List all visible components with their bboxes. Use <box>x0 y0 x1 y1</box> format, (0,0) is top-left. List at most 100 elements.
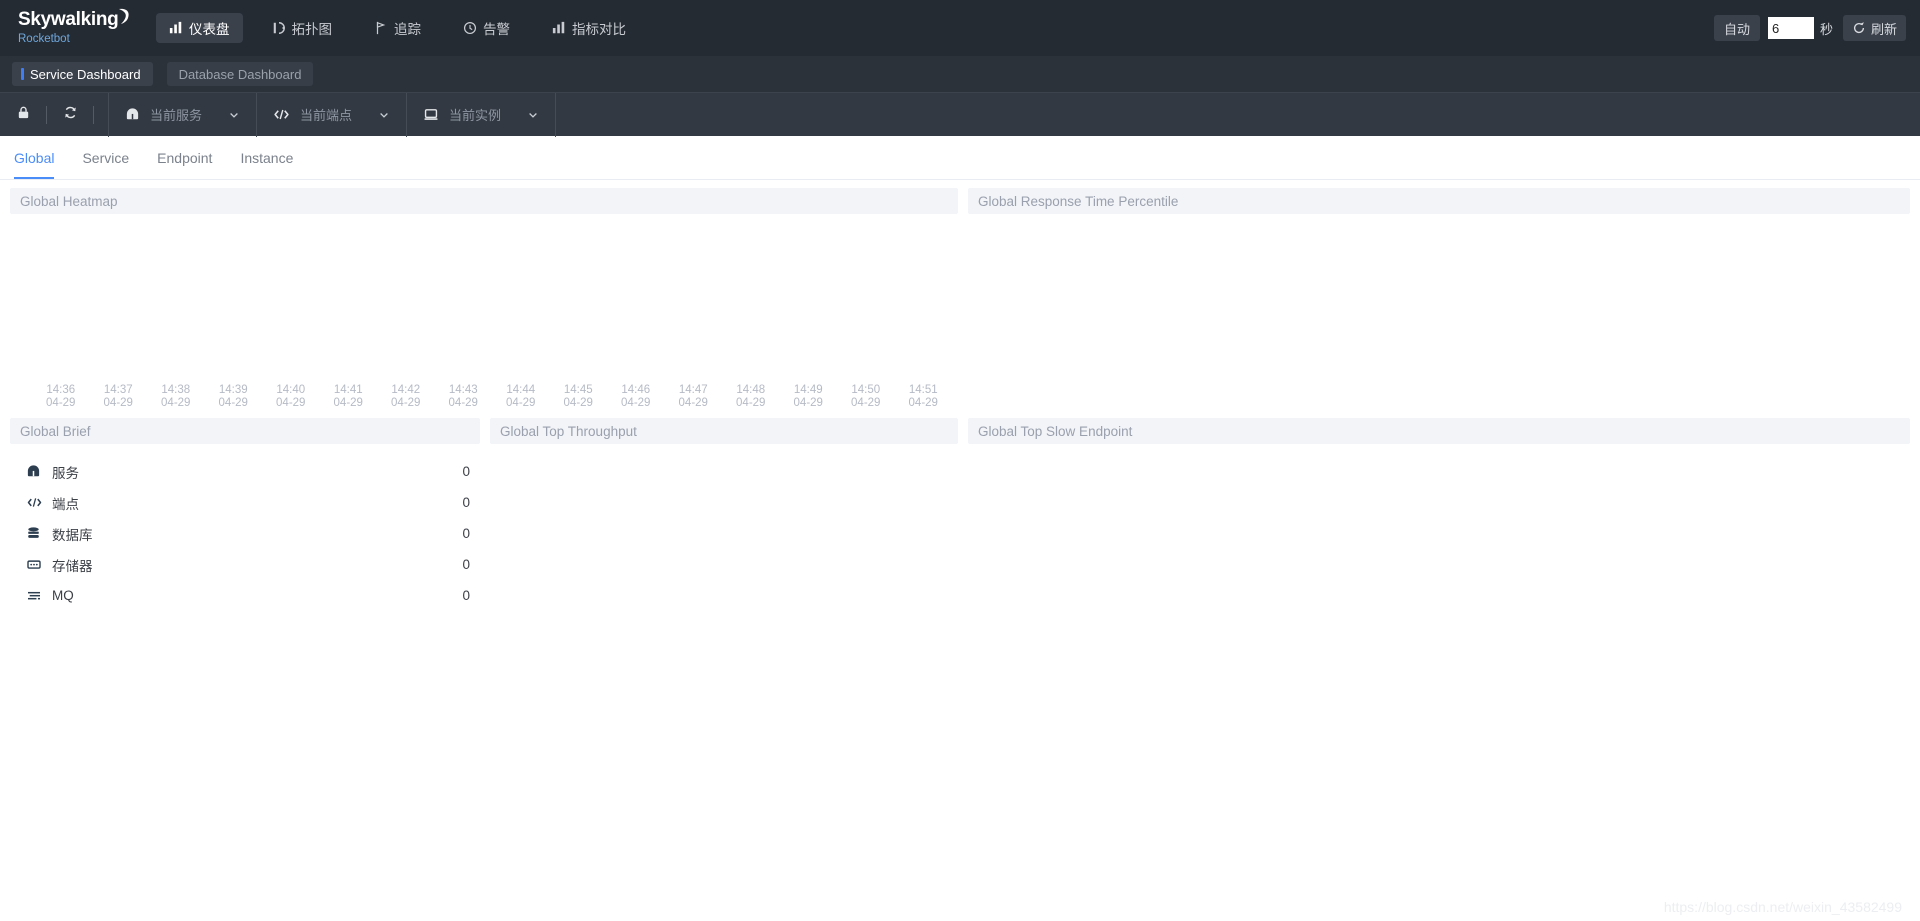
active-indicator-icon <box>21 68 24 80</box>
tab-service-dashboard[interactable]: Service Dashboard <box>12 62 153 86</box>
refresh-label: 刷新 <box>1870 21 1897 37</box>
axis-tick: 14:47 04-29 <box>678 384 708 409</box>
panel-title: Global Top Slow Endpoint <box>978 423 1133 439</box>
auto-refresh-interval-input[interactable] <box>1767 17 1814 39</box>
subtab-label: Instance <box>240 149 294 166</box>
axis-tick: 14:40 04-29 <box>276 384 306 409</box>
endpoint-icon <box>26 495 52 510</box>
panel-title: Global Top Throughput <box>500 423 637 439</box>
auto-refresh-button[interactable]: 自动 <box>1713 15 1760 41</box>
lock-button[interactable] <box>0 93 46 137</box>
refresh-icon <box>1852 21 1866 35</box>
panel-title: Global Brief <box>20 423 91 439</box>
trace-icon <box>374 21 388 35</box>
axis-tick: 14:43 04-29 <box>448 384 478 409</box>
top-slow-endpoint-plot-area[interactable] <box>968 444 1910 624</box>
dashboard-tab-bar: Service Dashboard Database Dashboard <box>0 56 1920 92</box>
selector-toolbar: 当前服务 当前端点 当前实例 <box>0 92 1920 137</box>
reload-button[interactable] <box>47 93 93 137</box>
list-item-label: 存储器 <box>52 558 93 574</box>
selector-label: 当前端点 <box>300 108 353 123</box>
alarm-icon <box>463 21 477 35</box>
panel-title: Global Heatmap <box>20 193 118 209</box>
app-logo[interactable]: Skywalking Rocketbot <box>18 8 138 46</box>
cache-icon <box>26 557 52 572</box>
subtab-endpoint[interactable]: Endpoint <box>157 136 212 179</box>
subtab-global[interactable]: Global <box>14 136 55 179</box>
selector-service[interactable]: 当前服务 <box>108 92 258 137</box>
chevron-down-icon <box>378 109 390 121</box>
selector-label: 当前服务 <box>150 108 203 123</box>
list-item-value: 0 <box>462 557 470 572</box>
panel-title: Global Response Time Percentile <box>978 193 1179 209</box>
axis-tick: 14:45 04-29 <box>563 384 593 409</box>
nav-item-label: 告警 <box>483 22 510 37</box>
top-throughput-plot-area[interactable] <box>490 444 958 624</box>
tab-database-dashboard[interactable]: Database Dashboard <box>166 62 314 86</box>
axis-tick: 14:39 04-29 <box>218 384 248 409</box>
axis-tick: 14:36 04-29 <box>46 384 76 409</box>
lock-icon <box>16 105 31 125</box>
panel-title-bar: Global Top Slow Endpoint <box>968 418 1910 444</box>
axis-tick: 14:46 04-29 <box>621 384 651 409</box>
top-header: Skywalking Rocketbot 仪表盘 拓扑图 追踪 告警 指标对比 … <box>0 0 1920 56</box>
panel-global-top-slow-endpoint: Global Top Slow Endpoint <box>968 418 1910 624</box>
subtab-label: Endpoint <box>157 149 213 166</box>
nav-item-dashboard[interactable]: 仪表盘 <box>156 13 243 43</box>
axis-tick: 14:44 04-29 <box>506 384 536 409</box>
panel-global-heatmap: Global Heatmap 14:36 04-29 14:37 04-29 14:… <box>10 188 958 410</box>
panel-global-top-throughput: Global Top Throughput <box>490 418 958 624</box>
heatmap-plot-area[interactable] <box>10 214 958 384</box>
skywalking-dashboard-page: Skywalking Rocketbot 仪表盘 拓扑图 追踪 告警 指标对比 … <box>0 0 1920 921</box>
list-item[interactable]: 服务 0 <box>10 456 480 487</box>
subtab-instance[interactable]: Instance <box>240 136 293 179</box>
list-item[interactable]: 端点 0 <box>10 487 480 518</box>
toolbar-divider <box>93 105 94 124</box>
nav-item-compare[interactable]: 指标对比 <box>539 13 639 43</box>
logo-subtitle: Rocketbot <box>18 33 70 45</box>
reload-icon <box>63 105 78 125</box>
watermark-text: https://blog.csdn.net/weixin_43582499 <box>1663 899 1902 915</box>
subtab-service[interactable]: Service <box>82 136 129 179</box>
nav-item-label: 追踪 <box>394 22 421 37</box>
list-item-value: 0 <box>462 495 470 510</box>
list-item-label: 端点 <box>52 496 79 512</box>
header-controls: 自动 秒 刷新 <box>1713 0 1906 56</box>
refresh-button[interactable]: 刷新 <box>1842 15 1906 41</box>
percentile-plot-area[interactable] <box>968 214 1910 410</box>
list-item-label: 数据库 <box>52 527 93 543</box>
main-nav: 仪表盘 拓扑图 追踪 告警 指标对比 <box>156 13 655 43</box>
chart-row-top: Global Heatmap 14:36 04-29 14:37 04-29 14:… <box>0 180 1920 410</box>
list-item[interactable]: MQ 0 <box>10 580 480 611</box>
heatmap-x-axis: 14:36 04-29 14:37 04-29 14:38 04-29 14:39 04… <box>10 384 958 410</box>
nav-item-trace[interactable]: 追踪 <box>361 13 434 43</box>
list-item[interactable]: 存储器 0 <box>10 549 480 580</box>
mq-icon <box>26 588 52 603</box>
seconds-unit-label: 秒 <box>1819 21 1833 37</box>
list-item[interactable]: 数据库 0 <box>10 518 480 549</box>
selector-instance[interactable]: 当前实例 <box>406 92 557 137</box>
list-item-value: 0 <box>462 588 470 603</box>
nav-item-alarm[interactable]: 告警 <box>450 13 523 43</box>
tab-label: Service Dashboard <box>30 66 141 82</box>
logo-title: Skywalking <box>18 9 119 30</box>
selector-label: 当前实例 <box>449 108 502 123</box>
panel-global-brief: Global Brief 服务 0 端点 0 数据库 0 存储器 0 MQ 0 <box>10 418 480 624</box>
instance-icon <box>423 107 439 122</box>
chevron-down-icon <box>527 109 539 121</box>
dashboard-content: Global Heatmap 14:36 04-29 14:37 04-29 14:… <box>0 180 1920 624</box>
axis-tick: 14:49 04-29 <box>793 384 823 409</box>
axis-tick: 14:50 04-29 <box>851 384 881 409</box>
service-icon <box>26 464 52 479</box>
endpoint-icon <box>273 107 290 122</box>
selector-endpoint[interactable]: 当前端点 <box>256 92 408 137</box>
panel-title-bar: Global Brief <box>10 418 480 444</box>
panel-global-response-time-percentile: Global Response Time Percentile <box>968 188 1910 410</box>
compare-icon <box>552 21 566 35</box>
nav-item-topology[interactable]: 拓扑图 <box>259 13 346 43</box>
axis-tick: 14:41 04-29 <box>333 384 363 409</box>
subtab-label: Global <box>14 149 55 166</box>
auto-refresh-label: 自动 <box>1723 21 1750 37</box>
swoosh-icon <box>117 8 131 26</box>
list-item-value: 0 <box>462 526 470 541</box>
